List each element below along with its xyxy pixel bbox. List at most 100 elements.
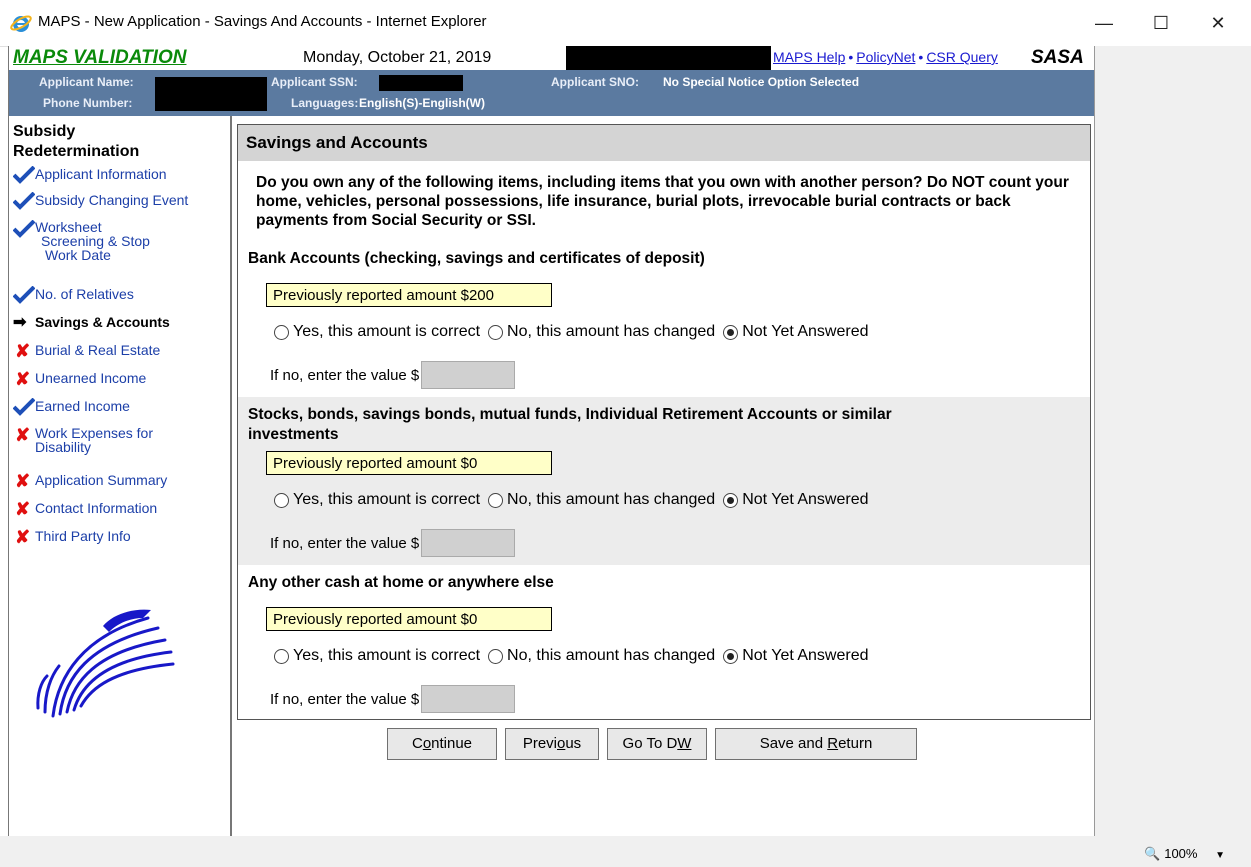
status-bar: 🔍 100% ▼ <box>0 836 1251 867</box>
not-yet-answered-radio[interactable] <box>723 492 739 508</box>
sidebar-item-label-line: Disability <box>35 439 92 455</box>
yes-radio-label: Yes, this amount is correct <box>293 647 481 664</box>
header-links: MAPS Help • PolicyNet • CSR Query <box>773 49 998 65</box>
sidebar-item-label: Unearned Income <box>35 370 147 386</box>
answer-radio-group: Yes, this amount is correct No, this amo… <box>274 323 877 341</box>
sidebar-item-burial-real-estate[interactable]: ✘ Burial & Real Estate <box>13 342 160 360</box>
yes-radio-label: Yes, this amount is correct <box>293 491 481 508</box>
changed-value-input[interactable] <box>421 685 516 713</box>
sidebar-item-label: Applicant Information <box>35 166 167 182</box>
button-accesskey: W <box>677 735 692 752</box>
save-and-return-button[interactable]: Save and Return <box>715 728 917 760</box>
sidebar-item-subsidy-changing-event[interactable]: Subsidy Changing Event <box>13 192 188 210</box>
sidebar-item-third-party-info[interactable]: ✘ Third Party Info <box>13 528 131 546</box>
sidebar-item-label: Work Expenses for Disability <box>35 426 153 454</box>
sidebar-item-label-line: Worksheet <box>35 219 102 235</box>
changed-value-label: If no, enter the value $ <box>270 534 420 552</box>
no-radio-label: No, this amount has changed <box>507 647 716 664</box>
intro-question: Do you own any of the following items, i… <box>256 174 1069 229</box>
section-title-line: Stocks, bonds, savings bonds, mutual fun… <box>248 406 892 423</box>
sidebar-item-worksheet-screening[interactable]: Worksheet Screening & Stop Work Date <box>13 220 150 262</box>
bank-accounts-section: Bank Accounts (checking, savings and cer… <box>238 241 1090 397</box>
minimize-button[interactable]: — <box>1089 8 1119 38</box>
error-x-icon: ✘ <box>15 471 31 491</box>
not-yet-answered-radio[interactable] <box>723 324 739 340</box>
previous-amount: Previously reported amount $200 <box>266 283 552 307</box>
yes-radio[interactable] <box>274 324 289 340</box>
changed-value-input[interactable] <box>421 361 516 389</box>
no-radio[interactable] <box>488 324 504 340</box>
button-text: C <box>411 735 423 752</box>
zoom-level: 100% <box>1164 846 1198 861</box>
button-text: eturn <box>838 735 873 752</box>
action-buttons: Continue Previous Go To DW Save and Retu… <box>387 728 917 760</box>
zoom-control[interactable]: 🔍 100% ▼ <box>1144 846 1225 862</box>
sidebar-item-applicant-information[interactable]: Applicant Information <box>13 166 167 184</box>
sidebar-item-work-expenses[interactable]: ✘ Work Expenses for Disability <box>13 426 153 454</box>
no-radio-label: No, this amount has changed <box>507 323 716 340</box>
sidebar-item-no-of-relatives[interactable]: No. of Relatives <box>13 286 134 304</box>
investments-section: Stocks, bonds, savings bonds, mutual fun… <box>238 397 1090 565</box>
browser-background <box>1093 46 1251 836</box>
answer-radio-group: Yes, this amount is correct No, this amo… <box>274 647 877 665</box>
no-radio[interactable] <box>488 648 504 664</box>
sidebar-item-label-line: Work Date <box>45 247 111 263</box>
other-cash-section: Any other cash at home or anywhere else … <box>238 565 1090 719</box>
languages-value: English(S)-English(W) <box>359 96 485 110</box>
previous-amount: Previously reported amount $0 <box>266 607 552 631</box>
csr-query-link[interactable]: CSR Query <box>926 49 998 65</box>
not-yet-answered-label: Not Yet Answered <box>742 323 869 340</box>
maximize-button[interactable]: ☐ <box>1146 8 1176 38</box>
nav-title: Subsidy Redetermination <box>13 122 139 162</box>
section-title-line: investments <box>248 426 339 443</box>
internet-explorer-icon <box>10 15 32 32</box>
sidebar-item-label: Earned Income <box>35 398 130 414</box>
changed-value-row: If no, enter the value $ <box>270 685 516 713</box>
checkmark-icon <box>13 192 35 210</box>
sidebar-item-contact-information[interactable]: ✘ Contact Information <box>13 500 157 518</box>
checkmark-icon <box>13 166 35 184</box>
changed-value-row: If no, enter the value $ <box>270 529 516 557</box>
sidebar-item-label: Burial & Real Estate <box>35 342 161 358</box>
sidebar-item-label-line: Work Expenses for <box>35 425 154 441</box>
applicant-info-bar: Applicant Name: Phone Number: Applicant … <box>9 70 1094 116</box>
close-button[interactable]: ✕ <box>1203 8 1233 38</box>
changed-value-row: If no, enter the value $ <box>270 361 516 389</box>
error-x-icon: ✘ <box>15 369 31 389</box>
error-x-icon: ✘ <box>15 499 31 519</box>
redacted-block <box>155 77 267 111</box>
changed-value-input[interactable] <box>421 529 516 557</box>
answer-radio-group: Yes, this amount is correct No, this amo… <box>274 491 877 509</box>
header-date: Monday, October 21, 2019 <box>303 49 492 66</box>
section-title: Stocks, bonds, savings bonds, mutual fun… <box>248 405 892 445</box>
sidebar-item-unearned-income[interactable]: ✘ Unearned Income <box>13 370 146 388</box>
yes-radio[interactable] <box>274 492 289 508</box>
page-header: MAPS VALIDATION Monday, October 21, 2019… <box>9 46 1094 70</box>
button-text: ntinue <box>431 735 473 752</box>
not-yet-answered-label: Not Yet Answered <box>742 647 869 664</box>
sidebar-item-earned-income[interactable]: Earned Income <box>13 398 130 416</box>
no-radio-label: No, this amount has changed <box>507 491 716 508</box>
chevron-down-icon: ▼ <box>1215 850 1225 861</box>
zoom-icon: 🔍 <box>1144 846 1161 861</box>
not-yet-answered-radio[interactable] <box>723 648 739 664</box>
sidebar-item-application-summary[interactable]: ✘ Application Summary <box>13 472 167 490</box>
not-yet-answered-label: Not Yet Answered <box>742 491 869 508</box>
yes-radio[interactable] <box>274 648 289 664</box>
link-separator: • <box>848 49 854 65</box>
sidebar-item-savings-accounts[interactable]: ➡ Savings & Accounts <box>13 314 170 332</box>
applicant-sno-value: No Special Notice Option Selected <box>663 75 860 89</box>
policynet-link[interactable]: PolicyNet <box>856 49 915 65</box>
button-text: us <box>565 735 582 752</box>
window-title: MAPS - New Application - Savings And Acc… <box>38 13 487 30</box>
no-radio[interactable] <box>488 492 504 508</box>
applicant-sno-label: Applicant SNO: <box>551 75 640 89</box>
phone-number-label: Phone Number: <box>43 96 133 110</box>
maps-validation-title: MAPS VALIDATION <box>13 47 187 68</box>
error-x-icon: ✘ <box>15 527 31 547</box>
continue-button[interactable]: Continue <box>387 728 497 760</box>
applicant-ssn-label: Applicant SSN: <box>271 75 358 89</box>
maps-help-link[interactable]: MAPS Help <box>773 49 845 65</box>
previous-button[interactable]: Previous <box>505 728 599 760</box>
go-to-dw-button[interactable]: Go To DW <box>607 728 707 760</box>
